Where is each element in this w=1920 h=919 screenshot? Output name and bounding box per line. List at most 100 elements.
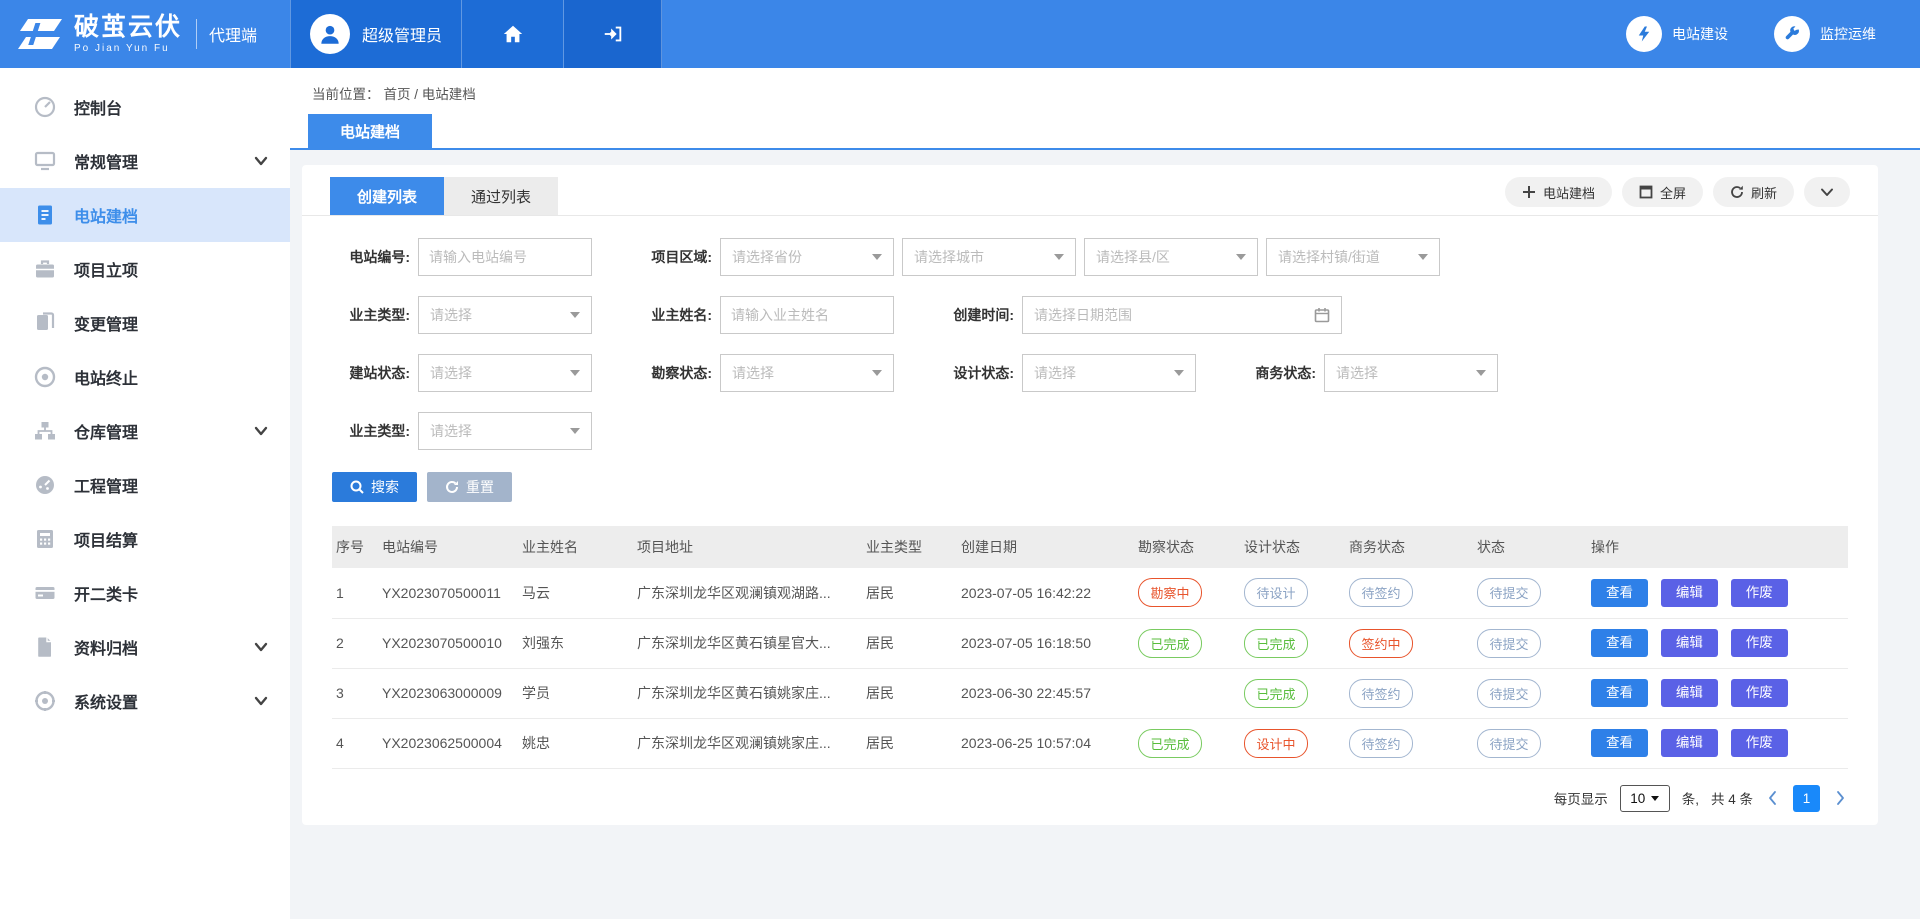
- sidebar-item-label: 项目结算: [74, 527, 138, 551]
- reset-button[interactable]: 重置: [427, 472, 512, 502]
- caret-down-icon: [570, 428, 580, 434]
- select-placeholder: 请选择城市: [914, 247, 984, 267]
- tab-create-list[interactable]: 创建列表: [330, 177, 444, 215]
- cell-owner-type: 居民: [862, 568, 957, 618]
- copy-icon: [34, 312, 56, 334]
- user-menu[interactable]: 超级管理员: [290, 0, 462, 68]
- filter-created-time: 创建时间: 请选择日期范围: [936, 296, 1342, 334]
- void-button[interactable]: 作废: [1731, 729, 1788, 757]
- collapse-toolbar-button[interactable]: [1804, 177, 1850, 207]
- card-icon: [34, 582, 56, 604]
- void-button[interactable]: 作废: [1731, 679, 1788, 707]
- view-button[interactable]: 查看: [1591, 629, 1648, 657]
- sidebar-item-system-settings[interactable]: 系统设置: [0, 674, 290, 728]
- void-button[interactable]: 作废: [1731, 629, 1788, 657]
- date-range-picker[interactable]: 请选择日期范围: [1022, 296, 1342, 334]
- status-badge: 待提交: [1477, 729, 1541, 758]
- search-label: 搜索: [371, 477, 399, 497]
- filter-label: 建站状态:: [332, 363, 410, 383]
- add-station-label: 电站建档: [1543, 183, 1595, 202]
- sidebar-item-change-mgmt[interactable]: 变更管理: [0, 296, 290, 350]
- sidebar-item-project-initiation[interactable]: 项目立项: [0, 242, 290, 296]
- sidebar-item-label: 电站建档: [74, 203, 138, 227]
- add-station-button[interactable]: 电站建档: [1505, 177, 1612, 207]
- owner-name-input[interactable]: [720, 296, 894, 334]
- prev-page-button[interactable]: [1765, 790, 1781, 806]
- cell-seq: 1: [332, 568, 378, 618]
- sidebar-item-dashboard[interactable]: 控制台: [0, 80, 290, 134]
- sidebar-item-label: 项目立项: [74, 257, 138, 281]
- county-select[interactable]: 请选择县/区: [1084, 238, 1258, 276]
- archive-icon: [34, 636, 56, 658]
- void-button[interactable]: 作废: [1731, 579, 1788, 607]
- cell-station-id: YX2023062500004: [378, 718, 518, 768]
- tab-passed-list[interactable]: 通过列表: [444, 177, 558, 215]
- edit-button[interactable]: 编辑: [1661, 679, 1718, 707]
- briefcase-icon: [34, 258, 56, 280]
- cell-address: 广东深圳龙华区黄石镇星官大...: [633, 618, 862, 668]
- filter-form: 电站编号: 项目区域: 请选择省份 请选择城市 请选择县/区: [302, 216, 1878, 502]
- wrench-icon: [1774, 16, 1810, 52]
- city-select[interactable]: 请选择城市: [902, 238, 1076, 276]
- date-placeholder: 请选择日期范围: [1034, 305, 1132, 325]
- business-status-select[interactable]: 请选择: [1324, 354, 1498, 392]
- owner-type-select[interactable]: 请选择: [418, 296, 592, 334]
- page-tab-station-archive[interactable]: 电站建档: [308, 114, 432, 148]
- sidebar-item-open-card[interactable]: 开二类卡: [0, 566, 290, 620]
- sidebar-item-label: 仓库管理: [74, 419, 138, 443]
- town-select[interactable]: 请选择村镇/街道: [1266, 238, 1440, 276]
- view-button[interactable]: 查看: [1591, 729, 1648, 757]
- view-button[interactable]: 查看: [1591, 679, 1648, 707]
- per-page-select[interactable]: 10: [1620, 785, 1670, 812]
- sidebar-item-general-mgmt[interactable]: 常规管理: [0, 134, 290, 188]
- edit-button[interactable]: 编辑: [1661, 729, 1718, 757]
- province-select[interactable]: 请选择省份: [720, 238, 894, 276]
- sidebar-item-engineering-mgmt[interactable]: 工程管理: [0, 458, 290, 512]
- document-icon: [34, 204, 56, 226]
- portal-label: 代理端: [209, 22, 257, 46]
- edit-button[interactable]: 编辑: [1661, 579, 1718, 607]
- select-placeholder: 请选择: [732, 363, 774, 383]
- select-placeholder: 请选择: [1336, 363, 1378, 383]
- cell-station-id: YX2023070500011: [378, 568, 518, 618]
- search-button[interactable]: 搜索: [332, 472, 417, 502]
- station-no-input[interactable]: [418, 238, 592, 276]
- sidebar-item-data-archive[interactable]: 资料归档: [0, 620, 290, 674]
- nav-label: 监控运维: [1820, 24, 1876, 44]
- edit-button[interactable]: 编辑: [1661, 629, 1718, 657]
- sidebar-item-station-archive[interactable]: 电站建档: [0, 188, 290, 242]
- filter-owner-type-2: 业主类型: 请选择: [332, 412, 634, 450]
- cell-owner-type: 居民: [862, 618, 957, 668]
- home-button[interactable]: [462, 0, 564, 68]
- filter-build-status: 建站状态: 请选择: [332, 354, 634, 392]
- build-status-select[interactable]: 请选择: [418, 354, 592, 392]
- table-header-row: 序号 电站编号 业主姓名 项目地址 业主类型 创建日期 勘察状态 设计状态 商务…: [332, 526, 1848, 568]
- content-card: 创建列表 通过列表 电站建档 全屏: [302, 165, 1878, 825]
- survey-status-select[interactable]: 请选择: [720, 354, 894, 392]
- sidebar-item-project-settlement[interactable]: 项目结算: [0, 512, 290, 566]
- owner-type-2-select[interactable]: 请选择: [418, 412, 592, 450]
- sidebar-item-label: 控制台: [74, 95, 122, 119]
- status-badge: 待提交: [1477, 629, 1541, 658]
- refresh-button[interactable]: 刷新: [1713, 177, 1794, 207]
- breadcrumb-path[interactable]: 首页 / 电站建档: [384, 83, 476, 103]
- sidebar-item-station-terminate[interactable]: 电站终止: [0, 350, 290, 404]
- chevron-down-icon: [1820, 185, 1834, 199]
- logout-icon: [602, 23, 624, 45]
- fullscreen-button[interactable]: 全屏: [1622, 177, 1703, 207]
- next-page-button[interactable]: [1832, 790, 1848, 806]
- logout-button[interactable]: [564, 0, 662, 68]
- refresh-icon: [1730, 185, 1744, 199]
- cell-owner-type: 居民: [862, 668, 957, 718]
- view-button[interactable]: 查看: [1591, 579, 1648, 607]
- sidebar-item-warehouse-mgmt[interactable]: 仓库管理: [0, 404, 290, 458]
- survey-status-badge: 勘察中: [1138, 578, 1202, 607]
- nav-station-build[interactable]: 电站建设: [1626, 16, 1728, 52]
- select-placeholder: 请选择: [430, 305, 472, 325]
- nav-monitor-ops[interactable]: 监控运维: [1774, 16, 1876, 52]
- design-status-select[interactable]: 请选择: [1022, 354, 1196, 392]
- results-table-wrap: 序号 电站编号 业主姓名 项目地址 业主类型 创建日期 勘察状态 设计状态 商务…: [302, 502, 1878, 769]
- home-icon: [502, 23, 524, 45]
- page-number-1[interactable]: 1: [1793, 785, 1820, 812]
- col-design-status: 设计状态: [1240, 526, 1345, 568]
